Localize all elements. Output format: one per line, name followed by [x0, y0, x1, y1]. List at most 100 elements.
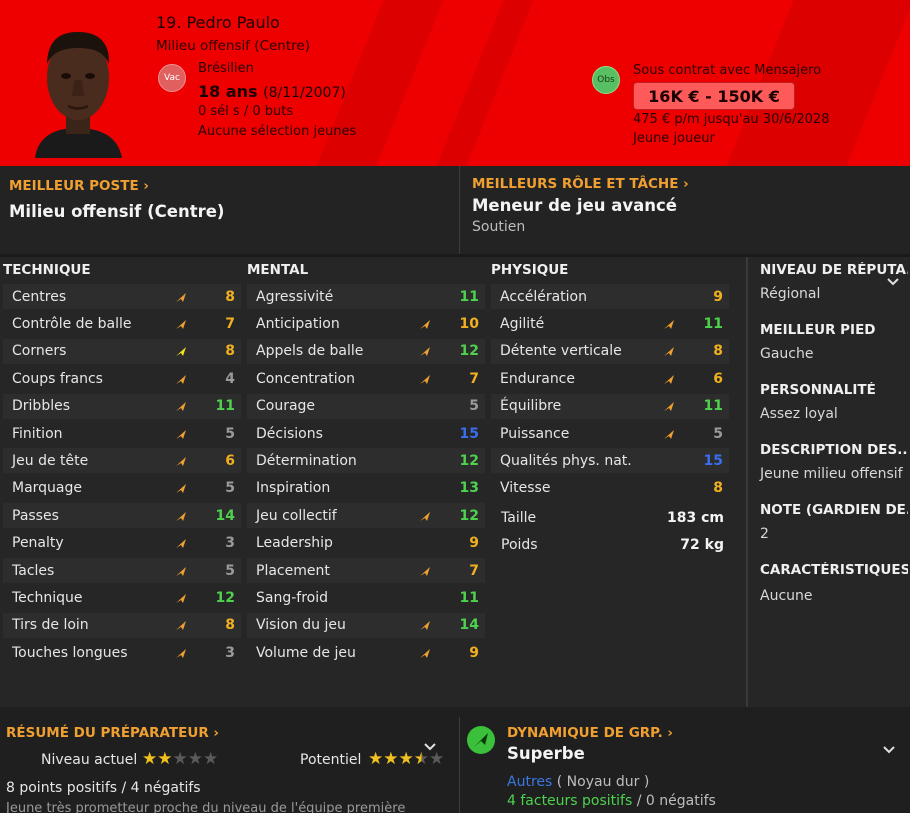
attribute-value: 11: [459, 288, 479, 305]
side-item-title[interactable]: PERSONNALITÉ: [760, 382, 908, 398]
others-link[interactable]: Autres: [507, 774, 552, 790]
best-role-title-text: MEILLEURS RÔLE ET TÂCHE: [472, 176, 679, 192]
attribute-row[interactable]: Jeu collectif 12: [247, 503, 485, 529]
coach-summary-title[interactable]: RÉSUMÉ DU PRÉPARATEUR ›: [6, 725, 219, 741]
progress-arrow-icon: [174, 618, 188, 632]
progress-arrow-icon: [174, 399, 188, 413]
attribute-name: Coups francs: [12, 370, 103, 387]
progress-arrow-icon: [418, 344, 432, 358]
attribute-row[interactable]: Technique 12: [3, 585, 241, 610]
attribute-row[interactable]: Touches longues 3: [3, 640, 241, 665]
attribute-row[interactable]: Finition 5: [3, 421, 241, 446]
attribute-value: 12: [215, 589, 235, 606]
attribute-row[interactable]: Dribbles 11: [3, 393, 241, 419]
attribute-row[interactable]: Anticipation 10: [247, 311, 485, 336]
attribute-row[interactable]: Équilibre 11: [491, 393, 729, 419]
attribute-row[interactable]: Concentration 7: [247, 366, 485, 391]
chevron-down-icon[interactable]: [883, 746, 895, 754]
attribute-row[interactable]: Vitesse 8: [491, 476, 729, 501]
best-position-title[interactable]: MEILLEUR POSTE ›: [9, 178, 149, 194]
side-item-title[interactable]: NOTE (GARDIEN DE...: [760, 502, 908, 518]
attribute-row[interactable]: Détente verticale 8: [491, 338, 729, 364]
progress-arrow-icon: [174, 290, 188, 304]
attribute-row[interactable]: Puissance 5: [491, 421, 729, 446]
attribute-row[interactable]: Coups francs 4: [3, 366, 241, 391]
attribute-row[interactable]: Contrôle de balle 7: [3, 311, 241, 336]
divider: [459, 166, 460, 254]
attribute-name: Courage: [256, 398, 316, 415]
attribute-name: Agilité: [500, 315, 545, 332]
attribute-row[interactable]: Endurance 6: [491, 366, 729, 391]
side-item-title[interactable]: NIVEAU DE RÉPUTA...: [760, 262, 908, 278]
attribute-row[interactable]: Leadership 9: [247, 531, 485, 556]
player-name[interactable]: 19. Pedro Paulo: [156, 13, 280, 32]
physique-header: PHYSIQUE: [491, 262, 569, 278]
player-portrait: [35, 32, 122, 158]
player-nationality[interactable]: Brésilien: [198, 61, 254, 76]
group-dynamic-icon: [467, 726, 495, 754]
progress-arrow-icon: [662, 427, 676, 441]
progress-arrow-icon: [174, 344, 188, 358]
attribute-row[interactable]: Volume de jeu 9: [247, 640, 485, 665]
progress-arrow-icon: [174, 536, 188, 550]
attribute-name: Contrôle de balle: [12, 315, 132, 332]
side-item-title[interactable]: CARACTÉRISTIQUES: [760, 562, 908, 578]
best-role-title[interactable]: MEILLEURS RÔLE ET TÂCHE ›: [472, 176, 689, 192]
attribute-value: 4: [225, 370, 235, 387]
progress-arrow-icon: [174, 454, 188, 468]
current-ability-stars: ★★★★★: [142, 749, 218, 769]
negative-factors[interactable]: 0 négatifs: [646, 793, 716, 809]
progress-arrow-icon: [174, 372, 188, 386]
progress-arrow-icon: [174, 427, 188, 441]
attribute-row[interactable]: Corners 8: [3, 338, 241, 364]
attribute-row[interactable]: Accélération 9: [491, 284, 729, 309]
status-badge[interactable]: Vac: [158, 64, 186, 92]
international-caps: 0 sél s / 0 buts: [198, 104, 294, 119]
coach-summary-title-text: RÉSUMÉ DU PRÉPARATEUR: [6, 725, 209, 741]
chevron-down-icon[interactable]: [887, 278, 899, 286]
best-role-value: Meneur de jeu avancé: [472, 196, 678, 215]
progress-arrow-icon: [174, 481, 188, 495]
attribute-row[interactable]: Décisions 15: [247, 421, 485, 446]
positive-factors[interactable]: 4 facteurs positifs: [507, 793, 632, 809]
attribute-row[interactable]: Inspiration 13: [247, 476, 485, 501]
attribute-name: Accélération: [500, 288, 587, 305]
player-type: Jeune joueur: [633, 131, 715, 146]
chevron-down-icon[interactable]: [424, 743, 436, 751]
attribute-row[interactable]: Passes 14: [3, 503, 241, 529]
attribute-value: 14: [459, 617, 479, 634]
attribute-value: 8: [225, 617, 235, 634]
attribute-row[interactable]: Tacles 5: [3, 558, 241, 583]
contract-club[interactable]: Sous contrat avec Mensajero: [633, 63, 821, 78]
side-item-title[interactable]: DESCRIPTION DES...: [760, 442, 908, 458]
star-icon: ★: [203, 749, 219, 769]
attribute-row[interactable]: Détermination 12: [247, 448, 485, 474]
attribute-row[interactable]: Appels de balle 12: [247, 338, 485, 364]
attribute-row[interactable]: Jeu de tête 6: [3, 448, 241, 474]
attribute-row[interactable]: Vision du jeu 14: [247, 612, 485, 638]
attribute-row[interactable]: Placement 7: [247, 558, 485, 583]
attribute-row[interactable]: Qualités phys. nat. 15: [491, 448, 729, 474]
age-value: 18 ans: [198, 82, 258, 101]
star-icon: ★: [398, 749, 414, 769]
attribute-row[interactable]: Penalty 3: [3, 531, 241, 556]
attribute-name: Corners: [12, 343, 67, 360]
attribute-row[interactable]: Centres 8: [3, 284, 241, 309]
attribute-row[interactable]: Sang-froid 11: [247, 585, 485, 610]
attribute-value: 12: [459, 452, 479, 469]
attribute-row[interactable]: Courage 5: [247, 393, 485, 419]
side-item-title[interactable]: MEILLEUR PIED: [760, 322, 908, 338]
obs-badge[interactable]: Obs: [592, 66, 620, 94]
value-range[interactable]: 16K € - 150K €: [633, 82, 795, 110]
attribute-row[interactable]: Agressivité 11: [247, 284, 485, 309]
attribute-row[interactable]: Marquage 5: [3, 476, 241, 501]
attribute-row[interactable]: Agilité 11: [491, 311, 729, 336]
attribute-name: Sang-froid: [256, 589, 328, 606]
attribute-value: 15: [703, 452, 723, 469]
attribute-name: Passes: [12, 507, 59, 524]
progress-arrow-icon: [662, 372, 676, 386]
group-dynamic-title[interactable]: DYNAMIQUE DE GRP. ›: [507, 725, 673, 741]
others-group: ( Noyau dur ): [556, 774, 650, 790]
height-value: 183 cm: [667, 510, 724, 526]
attribute-row[interactable]: Tirs de loin 8: [3, 612, 241, 638]
